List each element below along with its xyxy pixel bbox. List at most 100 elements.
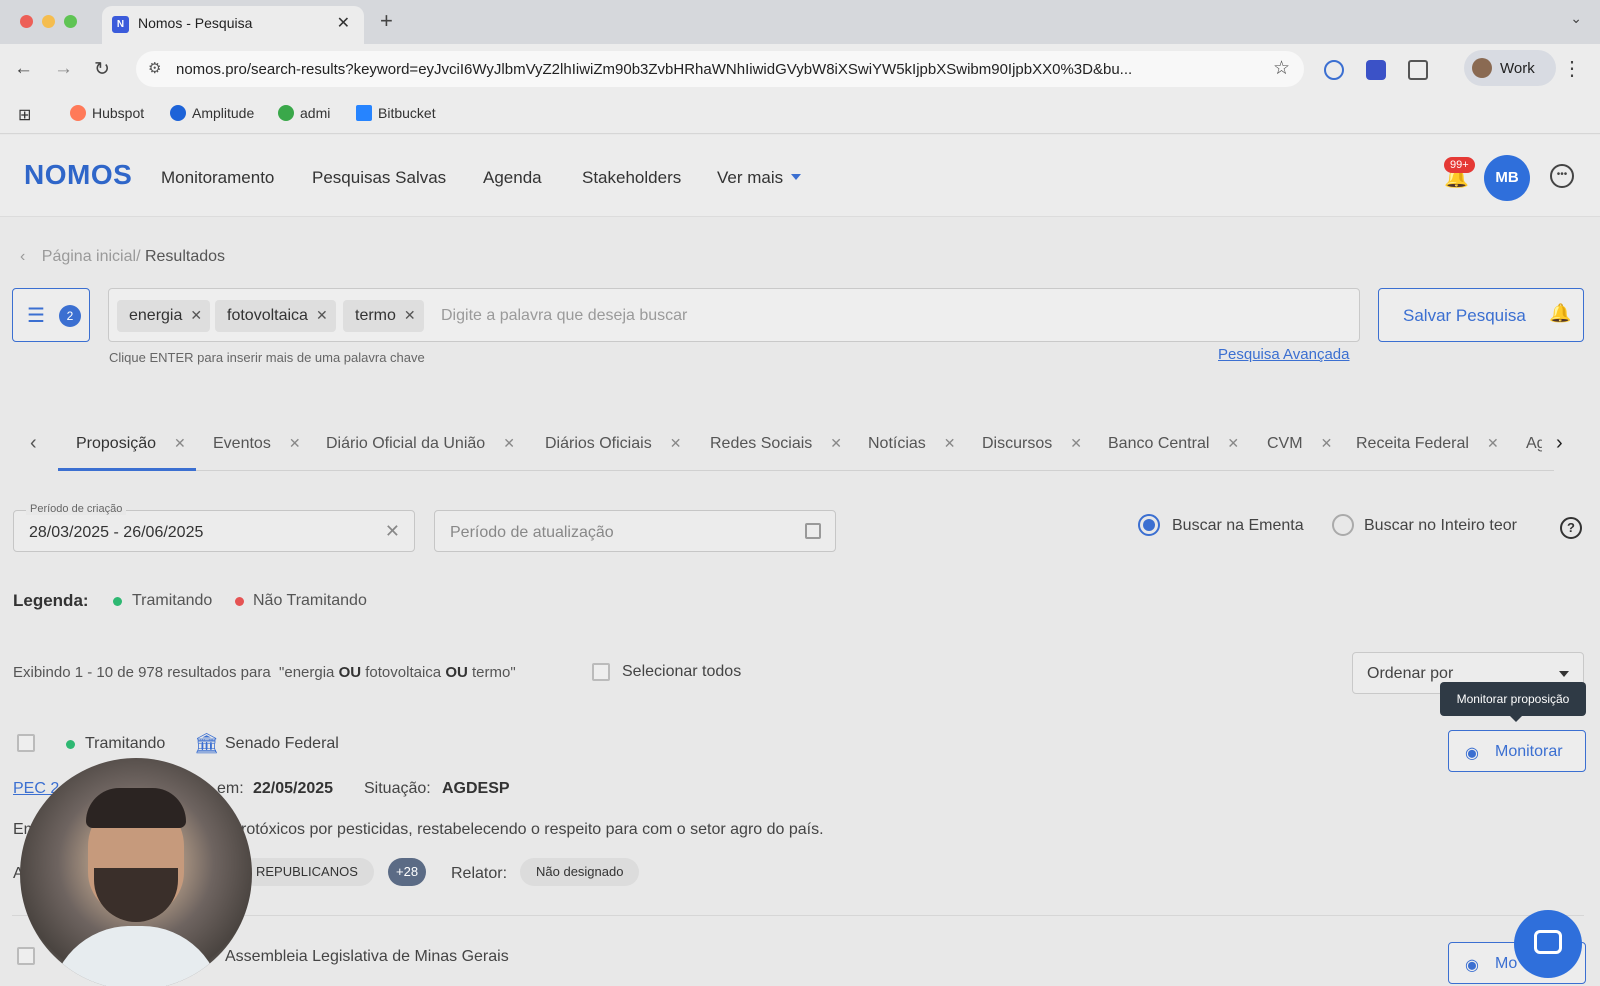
- apps-grid-icon[interactable]: ⊞: [18, 105, 31, 125]
- close-tab-icon[interactable]: ✕: [944, 435, 956, 451]
- password-manager-icon[interactable]: [1324, 60, 1344, 80]
- minimize-window-button[interactable]: [42, 15, 55, 28]
- new-tab-button[interactable]: +: [380, 8, 393, 34]
- tab-diarios-oficiais[interactable]: Diários Oficiais ✕: [545, 435, 681, 453]
- user-avatar[interactable]: MB: [1484, 155, 1530, 201]
- tab-eventos[interactable]: Eventos ✕: [213, 435, 301, 453]
- nav-monitoramento[interactable]: Monitoramento: [161, 168, 274, 188]
- nav-stakeholders[interactable]: Stakeholders: [582, 168, 681, 188]
- profile-avatar: [1472, 58, 1492, 78]
- remove-chip-icon[interactable]: ✕: [190, 307, 202, 323]
- results-summary: Exibindo 1 - 10 de 978 resultados para "…: [13, 664, 516, 681]
- tab-label: Receita Federal: [1356, 435, 1469, 452]
- breadcrumb-home[interactable]: Página inicial/: [42, 248, 141, 265]
- keyword-chip: energia ✕: [117, 300, 211, 332]
- profile-button[interactable]: Work: [1464, 50, 1556, 86]
- radio-buscar-inteiro-teor-label[interactable]: Buscar no Inteiro teor: [1364, 517, 1517, 535]
- keyword-chip-label: energia: [129, 307, 183, 324]
- close-tab-icon[interactable]: ✕: [289, 435, 301, 451]
- tab-proposicao[interactable]: Proposição ✕: [76, 435, 186, 453]
- close-tab-icon[interactable]: ✕: [830, 435, 842, 451]
- close-tab-icon[interactable]: ✕: [1487, 435, 1499, 451]
- remove-chip-icon[interactable]: ✕: [404, 307, 416, 323]
- help-icon[interactable]: ?: [1560, 517, 1582, 539]
- eye-icon: ◉: [1465, 957, 1479, 974]
- maximize-window-button[interactable]: [64, 15, 77, 28]
- nav-agenda[interactable]: Agenda: [483, 168, 542, 188]
- bookmark-admi[interactable]: admi: [278, 105, 330, 121]
- tab-ag[interactable]: Ag: [1526, 435, 1542, 453]
- select-all-label[interactable]: Selecionar todos: [622, 663, 741, 681]
- advanced-search-link[interactable]: Pesquisa Avançada: [1218, 346, 1350, 363]
- nomos-logo[interactable]: NOMOS: [24, 159, 132, 191]
- site-settings-icon[interactable]: ⚙: [148, 59, 161, 77]
- back-button[interactable]: ←: [14, 58, 33, 80]
- tab-discursos[interactable]: Discursos ✕: [982, 435, 1082, 453]
- amplitude-icon: [170, 105, 186, 121]
- tab-label: Diário Oficial da União: [326, 435, 486, 452]
- more-authors-badge[interactable]: +28: [388, 858, 427, 886]
- relator-tag: Não designado: [520, 858, 640, 886]
- close-tab-icon[interactable]: ✕: [1227, 435, 1239, 451]
- close-tab-icon[interactable]: ✕: [1070, 435, 1082, 451]
- tab-search-chevron-icon[interactable]: ⌄: [1570, 10, 1582, 27]
- nav-pesquisas-salvas[interactable]: Pesquisas Salvas: [312, 168, 446, 188]
- browser-tab[interactable]: N Nomos - Pesquisa ✕: [102, 6, 364, 44]
- tabs-scroll-left-icon[interactable]: ‹: [30, 432, 37, 455]
- close-window-button[interactable]: [20, 15, 33, 28]
- keyword-search-input[interactable]: energia ✕ fotovoltaica ✕ termo ✕ Digite a p…: [108, 288, 1360, 342]
- radio-buscar-inteiro-teor[interactable]: [1332, 514, 1354, 536]
- close-tab-icon[interactable]: ✕: [670, 435, 682, 451]
- update-period-field[interactable]: Período de atualização: [434, 510, 836, 552]
- calendar-icon[interactable]: [805, 523, 821, 539]
- extension-icon[interactable]: [1366, 60, 1386, 80]
- clear-date-icon[interactable]: ✕: [385, 521, 400, 542]
- status-dot-green-icon: [66, 740, 75, 749]
- search-hint: Clique ENTER para inserir mais de uma pa…: [109, 350, 425, 365]
- select-all-checkbox[interactable]: [592, 663, 610, 681]
- bitbucket-icon: [356, 105, 372, 121]
- nomos-favicon-icon: N: [112, 16, 129, 33]
- address-bar[interactable]: ⚙ nomos.pro/search-results?keyword=eyJvc…: [136, 51, 1304, 87]
- result-ementa: rotóxicos por pesticidas, restabelecendo…: [241, 821, 824, 838]
- bookmark-amplitude[interactable]: Amplitude: [170, 105, 254, 121]
- bookmark-hubspot[interactable]: Hubspot: [70, 105, 144, 121]
- chat-bubble-icon: [1534, 930, 1562, 954]
- more-options-icon[interactable]: •••: [1550, 164, 1574, 188]
- close-tab-icon[interactable]: ✕: [503, 435, 515, 451]
- tab-diario-oficial-uniao[interactable]: Diário Oficial da União ✕: [326, 435, 515, 453]
- radio-buscar-ementa-label[interactable]: Buscar na Ementa: [1172, 517, 1304, 535]
- forward-button[interactable]: →: [54, 58, 73, 80]
- radio-buscar-ementa[interactable]: [1138, 514, 1160, 536]
- bookmark-bitbucket[interactable]: Bitbucket: [356, 105, 436, 121]
- url-text[interactable]: nomos.pro/search-results?keyword=eyJvciI…: [176, 61, 1246, 78]
- save-search-label: Salvar Pesquisa: [1403, 306, 1526, 325]
- tab-label: Banco Central: [1108, 435, 1210, 452]
- save-search-button[interactable]: Salvar Pesquisa 🔔: [1378, 288, 1584, 342]
- tab-noticias[interactable]: Notícias ✕: [868, 435, 956, 453]
- monitor-button[interactable]: ◉ Monitorar: [1448, 730, 1586, 772]
- nav-ver-mais[interactable]: Ver mais: [717, 168, 802, 188]
- chat-support-button[interactable]: [1514, 910, 1582, 978]
- filters-button[interactable]: ☰ 2: [12, 288, 90, 342]
- tab-banco-central[interactable]: Banco Central ✕: [1108, 435, 1239, 453]
- browser-menu-icon[interactable]: ⋮: [1562, 56, 1582, 81]
- creation-period-field[interactable]: Período de criação 28/03/2025 - 26/06/20…: [13, 503, 415, 552]
- tab-cvm[interactable]: CVM ✕: [1267, 435, 1332, 453]
- tabs-scroll-right-icon[interactable]: ›: [1556, 432, 1563, 455]
- extensions-puzzle-icon[interactable]: [1408, 60, 1428, 80]
- result-checkbox[interactable]: [17, 734, 35, 752]
- monitor-tooltip: Monitorar proposição: [1440, 682, 1586, 722]
- remove-chip-icon[interactable]: ✕: [316, 307, 328, 323]
- tab-redes-sociais[interactable]: Redes Sociais ✕: [710, 435, 842, 453]
- admi-icon: [278, 105, 294, 121]
- bookmark-star-icon[interactable]: ☆: [1273, 57, 1290, 80]
- close-tab-icon[interactable]: ✕: [1321, 435, 1333, 451]
- reload-button[interactable]: ↻: [94, 58, 110, 81]
- back-chevron-icon[interactable]: ‹: [20, 248, 25, 265]
- tab-receita-federal[interactable]: Receita Federal ✕: [1356, 435, 1499, 453]
- result-situation-label: Situação:: [364, 780, 431, 797]
- tab-close-button[interactable]: ✕: [337, 13, 350, 33]
- result-checkbox[interactable]: [17, 947, 35, 965]
- close-tab-icon[interactable]: ✕: [174, 435, 186, 451]
